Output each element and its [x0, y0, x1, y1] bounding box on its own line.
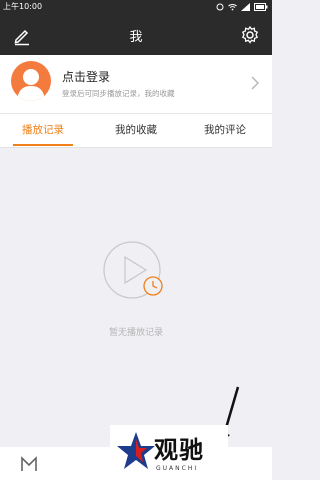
tab-play-history[interactable]: 播放记录 [8, 114, 78, 147]
gear-icon[interactable] [240, 25, 260, 45]
login-card[interactable]: 点击登录 登录后可同步播放记录，我的收藏 [0, 55, 272, 113]
chevron-right-icon [251, 76, 260, 90]
empty-play-history-icon [103, 241, 163, 299]
avatar[interactable] [11, 61, 51, 101]
battery-icon [254, 3, 268, 11]
tab-favorites[interactable]: 我的收藏 [101, 114, 171, 147]
login-title[interactable]: 点击登录 [62, 68, 110, 85]
tab-comments[interactable]: 我的评论 [190, 114, 260, 147]
title-bar: 我 [0, 14, 272, 55]
status-bar: 上午10:00 [0, 0, 272, 14]
alarm-icon [216, 3, 224, 11]
tab-bar: 播放记录 我的收藏 我的评论 [0, 113, 272, 148]
signal-icon [241, 3, 250, 11]
watermark-text: 观驰 [154, 436, 204, 464]
wifi-icon [228, 4, 237, 11]
page-title: 我 [129, 30, 143, 45]
empty-message: 暂无播放记录 [108, 328, 163, 338]
watermark-subtext: GUANCHI [156, 465, 199, 472]
app-logo-icon[interactable] [20, 455, 38, 473]
login-subtitle: 登录后可同步播放记录，我的收藏 [62, 89, 175, 98]
status-time: 上午10:00 [3, 2, 43, 11]
watermark: 观驰 GUANCHI [110, 425, 228, 480]
tab-active-indicator [13, 144, 73, 146]
default-avatar-icon [17, 69, 45, 101]
watermark-star-logo-icon [117, 432, 155, 469]
status-icons [216, 0, 268, 14]
